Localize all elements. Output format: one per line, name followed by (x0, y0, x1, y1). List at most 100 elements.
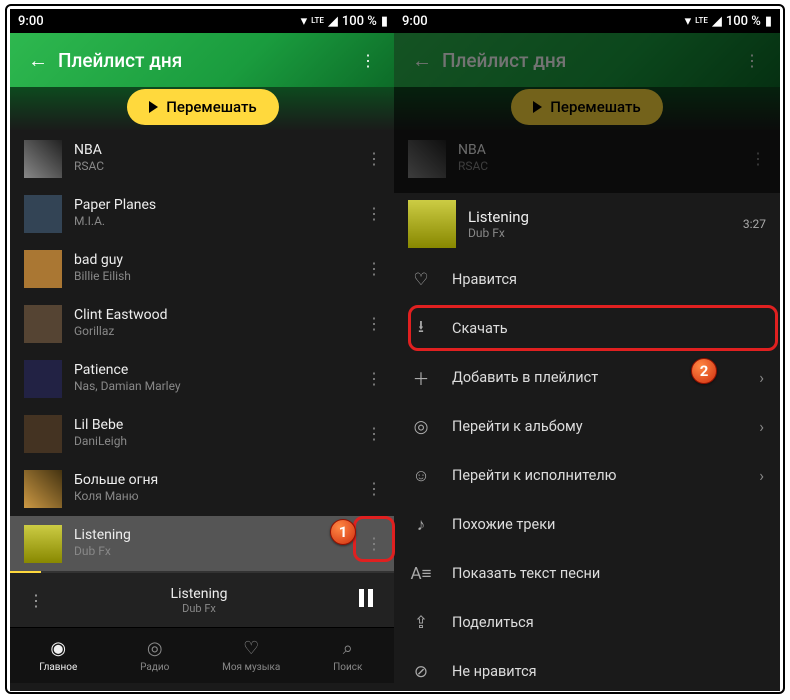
track-artist: Коля Маню (74, 489, 344, 505)
track-more-button[interactable]: ⋮ (356, 204, 392, 223)
battery-percent: 100 % (342, 14, 377, 29)
track-artwork (24, 525, 62, 563)
shuffle-label: Перемешать (166, 98, 256, 116)
pause-icon (359, 589, 373, 607)
heart-icon: ♡ (243, 639, 259, 659)
status-bar: 9:00 ▾ LTE ◢ 100 % ▮ (394, 9, 780, 33)
lte-icon: LTE (695, 17, 708, 25)
menu-like[interactable]: ♡ Нравится (394, 255, 780, 304)
nav-mymusic[interactable]: ♡ Моя музыка (203, 628, 300, 683)
track-more-button[interactable]: ⋮ (356, 314, 392, 333)
track-more-button[interactable]: ⋮ (356, 424, 392, 443)
download-icon: ⭳ (410, 314, 432, 343)
track-artwork (24, 250, 62, 288)
album-icon: ◎ (410, 417, 432, 437)
track-artist: Billie Eilish (74, 269, 344, 285)
menu-goto-artist[interactable]: ☺ Перейти к исполнителю › (394, 451, 780, 500)
nav-radio[interactable]: ◎ Радио (107, 628, 204, 683)
context-track-header: Listening Dub Fx 3:27 (394, 193, 780, 255)
phone-right: 9:00 ▾ LTE ◢ 100 % ▮ ← Плейлист дня ⋮ Пе… (394, 9, 780, 691)
context-title: Listening (468, 208, 731, 226)
signal-icon: ◢ (712, 14, 722, 29)
track-artwork (24, 415, 62, 453)
track-row[interactable]: Lil Bebe DaniLeigh ⋮ (10, 406, 396, 461)
mini-artist: Dub Fx (54, 602, 344, 615)
page-title: Плейлист дня (442, 49, 732, 72)
menu-similar[interactable]: ♪ Похожие треки (394, 500, 780, 549)
context-artwork (408, 200, 456, 248)
nav-home[interactable]: ◉ Главное (10, 628, 107, 683)
track-row[interactable]: Patience Nas, Damian Marley ⋮ (10, 351, 396, 406)
menu-goto-album[interactable]: ◎ Перейти к альбому › (394, 402, 780, 451)
wifi-icon: ▾ (685, 14, 692, 29)
plus-icon: ＋ (410, 365, 432, 390)
track-more-button[interactable]: ⋮ (356, 534, 392, 553)
mini-player[interactable]: ⋮ Listening Dub Fx (10, 573, 396, 627)
track-title: Clint Eastwood (74, 307, 344, 324)
track-artwork (24, 360, 62, 398)
track-artwork (24, 470, 62, 508)
track-title: NBA (74, 142, 344, 159)
chevron-right-icon: › (759, 466, 764, 485)
track-title: Больше огня (74, 472, 344, 489)
track-row[interactable]: Paper Planes M.I.A. ⋮ (10, 186, 396, 241)
track-row[interactable]: Больше огня Коля Маню ⋮ (10, 461, 396, 516)
menu-share[interactable]: ⇪ Поделиться (394, 598, 780, 647)
dislike-icon: ⊘ (410, 662, 432, 682)
track-artwork (24, 305, 62, 343)
track-row[interactable]: NBA RSAC ⋮ (10, 131, 396, 186)
header-more-button: ⋮ (732, 51, 772, 70)
track-artist: Dub Fx (74, 544, 344, 560)
radio-icon: ◎ (147, 639, 163, 659)
track-artwork (24, 140, 62, 178)
menu-dislike[interactable]: ⊘ Не нравится (394, 647, 780, 691)
context-menu: ♡ Нравится ⭳ Скачать ＋ Добавить в плейли… (394, 255, 780, 691)
track-artist: Nas, Damian Marley (74, 379, 344, 395)
app-header: ← Плейлист дня ⋮ (394, 33, 780, 87)
back-button[interactable]: ← (18, 48, 58, 73)
signal-icon: ◢ (328, 14, 338, 29)
track-title: Patience (74, 362, 344, 379)
track-title: Lil Bebe (74, 417, 344, 434)
search-icon: ⌕ (343, 639, 353, 659)
mini-title: Listening (54, 586, 344, 602)
phone-left: 9:00 ▾ LTE ◢ 100 % ▮ ← Плейлист дня ⋮ Пе… (10, 9, 396, 691)
track-row[interactable]: bad guy Billie Eilish ⋮ (10, 241, 396, 296)
home-icon: ◉ (50, 639, 66, 659)
track-more-button[interactable]: ⋮ (356, 369, 392, 388)
track-row[interactable]: Listening Dub Fx ⋮ (10, 516, 396, 571)
menu-lyrics[interactable]: A≡ Показать текст песни (394, 549, 780, 598)
battery-icon: ▮ (381, 14, 388, 29)
track-title: Paper Planes (74, 197, 344, 214)
lte-icon: LTE (311, 17, 324, 25)
play-icon (149, 101, 158, 113)
track-title: bad guy (74, 252, 344, 269)
background-dim: ← Плейлист дня ⋮ Перемешать NBA RSAC ⋮ (394, 33, 780, 193)
menu-download[interactable]: ⭳ Скачать (394, 304, 780, 353)
app-header: ← Плейлист дня ⋮ (10, 33, 396, 87)
track-artwork (24, 195, 62, 233)
play-icon (533, 101, 542, 113)
status-time: 9:00 (18, 14, 44, 29)
track-artist: M.I.A. (74, 214, 344, 230)
menu-add-playlist[interactable]: ＋ Добавить в плейлист › (394, 353, 780, 402)
chevron-right-icon: › (759, 368, 764, 387)
context-duration: 3:27 (743, 217, 766, 231)
track-more-button[interactable]: ⋮ (356, 259, 392, 278)
shuffle-row: Перемешать (10, 87, 396, 131)
heart-icon: ♡ (410, 270, 432, 290)
track-title: Listening (74, 527, 344, 544)
shuffle-button: Перемешать (511, 89, 662, 125)
battery-icon: ▮ (765, 14, 772, 29)
header-more-button[interactable]: ⋮ (348, 51, 388, 70)
shuffle-button[interactable]: Перемешать (127, 89, 278, 125)
wifi-icon: ▾ (301, 14, 308, 29)
track-row[interactable]: Clint Eastwood Gorillaz ⋮ (10, 296, 396, 351)
pause-button[interactable] (344, 588, 388, 612)
nav-search[interactable]: ⌕ Поиск (300, 628, 397, 683)
track-artist: Gorillaz (74, 324, 344, 340)
track-more-button[interactable]: ⋮ (356, 149, 392, 168)
track-more-button[interactable]: ⋮ (356, 479, 392, 498)
status-bar: 9:00 ▾ LTE ◢ 100 % ▮ (10, 9, 396, 33)
mini-more-button[interactable]: ⋮ (18, 591, 54, 610)
